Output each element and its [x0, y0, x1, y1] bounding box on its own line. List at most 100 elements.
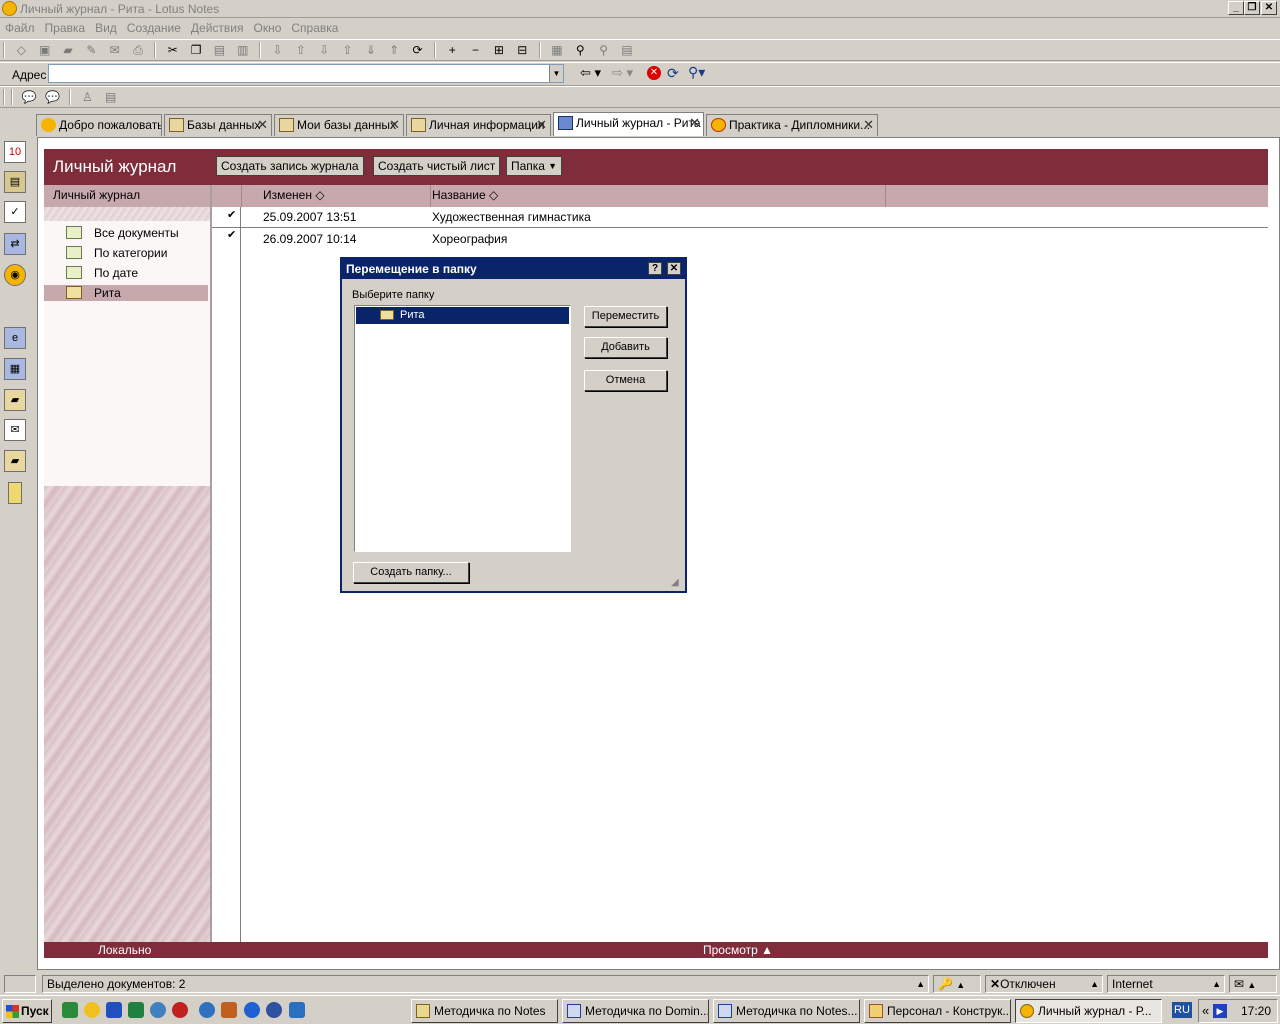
contacts-icon[interactable]: ▤ [4, 171, 26, 193]
word-icon[interactable] [106, 1002, 122, 1018]
mail-status-icon[interactable]: ✉ ▲ [1229, 975, 1277, 993]
table-row[interactable]: ✔ 26.09.2007 10:14 Хореография [212, 228, 1268, 250]
menu-file[interactable]: Файл [0, 18, 40, 35]
expand-icon[interactable]: + [443, 42, 461, 58]
replicator-icon[interactable]: ⇄ [4, 233, 26, 255]
tray-expand-icon[interactable]: « [1202, 1003, 1209, 1018]
preview-toggle[interactable]: Просмотр ▲ [703, 943, 773, 957]
tab-personal-info[interactable]: Личная информация ✕ [406, 114, 551, 136]
task-methodichka-domino[interactable]: Методичка по Domin... [562, 999, 709, 1023]
clock-icon[interactable] [84, 1002, 100, 1018]
collapse-all-icon[interactable]: ⊟ [513, 42, 531, 58]
pane-splitter[interactable] [210, 185, 212, 942]
restore-button[interactable]: ❐ [1244, 1, 1260, 15]
close-tab-icon[interactable]: ✕ [257, 115, 268, 135]
collapse-icon[interactable]: − [467, 42, 485, 58]
databases-bookmark-icon[interactable]: ▦ [4, 358, 26, 380]
menu-actions[interactable]: Действия [186, 18, 249, 35]
folder-menu-button[interactable]: Папка ▼ [506, 156, 562, 176]
opera-icon[interactable] [172, 1002, 188, 1018]
new-blank-page-button[interactable]: Создать чистый лист [373, 156, 501, 176]
mail-bookmark-icon[interactable]: ✉ [4, 419, 26, 441]
print-icon[interactable]: ⎙ [129, 42, 147, 58]
mail-icon[interactable]: ✉ [106, 42, 124, 58]
open-icon[interactable]: ▰ [59, 42, 77, 58]
close-window-button[interactable]: ✕ [1261, 1, 1277, 15]
close-tab-icon[interactable]: ✕ [863, 115, 874, 135]
status-indicator[interactable] [4, 975, 36, 993]
address-input[interactable]: ▼ [48, 64, 564, 83]
folder-bookmark-icon[interactable]: ▰ [4, 389, 26, 411]
edit-icon[interactable]: ✎ [82, 42, 100, 58]
task-personal-designer[interactable]: Персонал - Конструк... [864, 999, 1011, 1023]
globe-icon[interactable] [199, 1002, 215, 1018]
connection-status[interactable]: ✕Отключен ▲ [985, 975, 1103, 993]
next-icon[interactable]: ⇓ [362, 42, 380, 58]
task-methodichka-notes[interactable]: Методичка по Notes [411, 999, 558, 1023]
menu-window[interactable]: Окно [248, 18, 286, 35]
paste-special-icon[interactable]: ▥ [234, 42, 252, 58]
arrow-down-icon[interactable]: ⇩ [268, 42, 286, 58]
column-modified[interactable]: Изменен ◇ [263, 188, 325, 202]
refresh-icon[interactable]: ⟳ [667, 65, 679, 82]
copy-icon[interactable]: ❐ [187, 42, 205, 58]
close-icon[interactable]: ✕ [667, 262, 681, 275]
person-icon[interactable]: ♙ [78, 89, 96, 105]
arrow-up-icon[interactable]: ⇧ [292, 42, 310, 58]
new-icon[interactable]: ◇ [12, 42, 30, 58]
close-tab-icon[interactable]: ✕ [536, 115, 547, 135]
notes-icon[interactable]: ▤ [102, 89, 120, 105]
help-icon[interactable]: ? [648, 262, 662, 275]
prev-unread-icon[interactable]: ⇧ [339, 42, 357, 58]
search-icon[interactable]: ⚲ [595, 42, 613, 58]
duplicate-icon[interactable]: ▦ [548, 42, 566, 58]
menu-edit[interactable]: Правка [40, 18, 91, 35]
nav-item-by-date[interactable]: По дате [44, 265, 208, 281]
security-key-icon[interactable]: 🔑 ▲ [933, 975, 981, 993]
menu-create[interactable]: Создание [122, 18, 186, 35]
task-methodichka-notes-2[interactable]: Методичка по Notes... [713, 999, 860, 1023]
database-bookmark-icon[interactable] [8, 482, 22, 504]
project-icon[interactable] [128, 1002, 144, 1018]
folder-bookmark2-icon[interactable]: ▰ [4, 450, 26, 472]
close-tab-icon[interactable]: ✕ [689, 113, 700, 133]
column-name[interactable]: Название ◇ [432, 188, 498, 202]
todo-icon[interactable]: ✓ [4, 201, 26, 223]
welcome-icon[interactable]: ◉ [4, 264, 26, 286]
folder-list-item[interactable]: Рита [356, 307, 569, 324]
prev-icon[interactable]: ⇑ [385, 42, 403, 58]
refresh-view-icon[interactable]: ⟳ [409, 42, 427, 58]
binoculars-icon[interactable]: ⚲ [571, 42, 589, 58]
nav-item-folder-rita[interactable]: Рита [44, 285, 208, 301]
folder-list[interactable]: Рита [354, 305, 571, 552]
language-indicator[interactable]: RU [1172, 1002, 1192, 1018]
tab-welcome[interactable]: Добро пожаловать [36, 114, 162, 136]
location-status[interactable]: Internet ▲ [1107, 975, 1225, 993]
stop-icon[interactable]: ✕ [647, 66, 661, 80]
web-search-icon[interactable]: ⚲▾ [688, 64, 705, 81]
media-player-icon[interactable] [266, 1002, 282, 1018]
tab-journal[interactable]: Личный журнал - Рита ✕ [553, 112, 704, 136]
new-journal-entry-button[interactable]: Создать запись журнала [216, 156, 364, 176]
tab-practice[interactable]: Практика - Дипломники... ✕ [706, 114, 878, 136]
expand-all-icon[interactable]: ⊞ [490, 42, 508, 58]
messenger-icon[interactable] [150, 1002, 166, 1018]
lotus-notes-app-icon[interactable] [2, 1, 17, 16]
tab-databases[interactable]: Базы данных ✕ [164, 114, 272, 136]
explorer-icon[interactable] [289, 1002, 305, 1018]
chevron-up-icon[interactable]: ▲ [916, 976, 925, 992]
nav-item-by-category[interactable]: По категории [44, 245, 208, 261]
close-tab-icon[interactable]: ✕ [389, 115, 400, 135]
table-row[interactable]: ✔ 25.09.2007 13:51 Художественная гимнас… [212, 206, 1268, 228]
address-dropdown-icon[interactable]: ▼ [549, 65, 563, 82]
web-bookmark-icon[interactable]: e [4, 327, 26, 349]
menu-view[interactable]: Вид [90, 18, 122, 35]
add-button[interactable]: Добавить [584, 337, 667, 358]
start-button[interactable]: Пуск [2, 999, 52, 1023]
archive-icon[interactable] [221, 1002, 237, 1018]
cancel-button[interactable]: Отмена [584, 370, 667, 391]
menu-help[interactable]: Справка [286, 18, 343, 35]
excel-icon[interactable] [62, 1002, 78, 1018]
resize-grip-icon[interactable]: ◢ [671, 577, 679, 588]
paste-icon[interactable]: ▤ [210, 42, 228, 58]
